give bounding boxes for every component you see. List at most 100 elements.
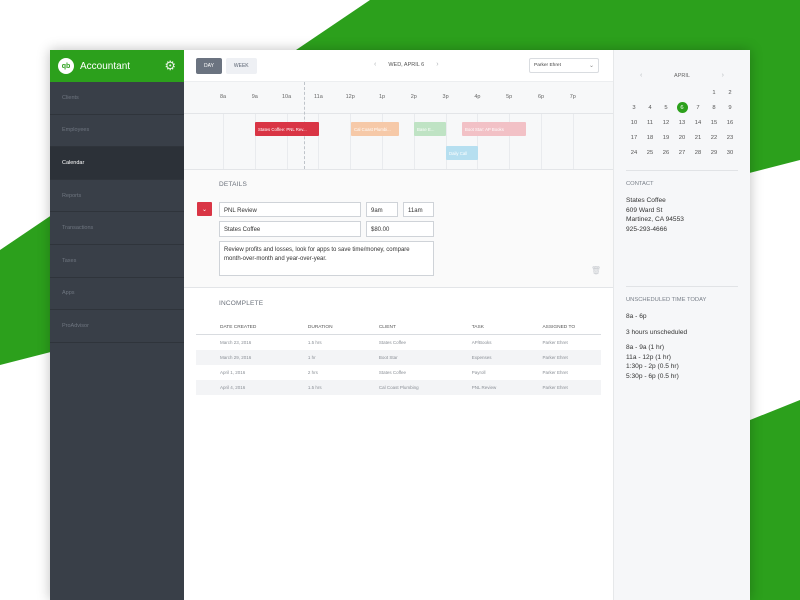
calendar-day[interactable]: 22 <box>706 132 722 143</box>
calendar-day[interactable]: 20 <box>674 132 690 143</box>
calendar-day[interactable]: 26 <box>658 147 674 158</box>
notes-field[interactable]: Review profits and losses, look for apps… <box>219 241 434 276</box>
unscheduled-section: UNSCHEDULED TIME TODAY 8a - 6p 3 hours u… <box>626 286 738 381</box>
assignee-select[interactable]: Parker Ehret ⌄ <box>529 58 599 73</box>
trash-icon[interactable]: 🗑 <box>591 266 601 275</box>
calendar-day[interactable]: 27 <box>674 147 690 158</box>
calendar-event[interactable]: Boot Star: AP Books <box>462 122 526 136</box>
table-row[interactable]: April 4, 2016 1.5 hrs Cal Coast Plumbing PN… <box>196 380 601 395</box>
chevron-left-icon[interactable]: ‹ <box>640 72 642 79</box>
unscheduled-title: UNSCHEDULED TIME TODAY <box>626 297 707 303</box>
quickbooks-logo-icon: qb <box>58 58 74 74</box>
calendar-event[interactable]: States Coffee: PNL Rev... <box>255 122 319 136</box>
sidebar-item-apps[interactable]: Apps <box>50 278 184 311</box>
calendar-day[interactable]: 3 <box>626 102 642 113</box>
calendar-day[interactable]: 28 <box>690 147 706 158</box>
calendar-day <box>626 87 642 98</box>
start-time-field[interactable]: 9am <box>366 202 398 217</box>
sidebar-item-proadvisor[interactable]: ProAdvisor <box>50 310 184 343</box>
brand-bar: qb Accountant ⚙ <box>50 50 184 82</box>
calendar-day[interactable]: 5 <box>658 102 674 113</box>
sidebar-item-clients[interactable]: Clients <box>50 82 184 115</box>
unscheduled-slot: 5:30p - 6p (0.5 hr) <box>626 372 679 380</box>
calendar-day[interactable]: 4 <box>642 102 658 113</box>
hour-label: 7p <box>569 94 576 100</box>
sidebar-item-transactions[interactable]: Transactions <box>50 212 184 245</box>
chevron-right-icon[interactable]: › <box>722 72 724 79</box>
calendar-day <box>642 87 658 98</box>
calendar-day[interactable]: 24 <box>626 147 642 158</box>
calendar-day[interactable]: 10 <box>626 117 642 128</box>
hour-label: 12p <box>345 94 355 100</box>
table-row[interactable]: March 23, 2016 1.5 hrs States Coffee AP/Boo… <box>196 335 601 351</box>
calendar-month: APRIL <box>674 72 690 79</box>
table-cell: 1.5 hrs <box>283 380 355 395</box>
day-timeline: 8a 9a 10a 11a 12p 1p 2p 3p 4p 5p 6p 7p States Coffe… <box>184 82 613 170</box>
table-row[interactable]: April 1, 2016 2 hrs States Coffee Payroll Pa… <box>196 365 601 380</box>
end-time-field[interactable]: 11am <box>403 202 434 217</box>
calendar-day[interactable]: 12 <box>658 117 674 128</box>
calendar-day[interactable]: 17 <box>626 132 642 143</box>
calendar-day[interactable]: 1 <box>706 87 722 98</box>
calendar-day <box>674 87 690 98</box>
mini-calendar-header: ‹ APRIL › <box>640 72 724 79</box>
table-row[interactable]: March 29, 2016 1 hr Boot Star Expenses Parke… <box>196 350 601 365</box>
contact-title: CONTACT <box>626 181 654 187</box>
table-cell: March 23, 2016 <box>220 340 252 345</box>
table-cell: States Coffee <box>378 370 407 375</box>
calendar-event[interactable]: Base E... <box>414 122 446 136</box>
calendar-day[interactable]: 15 <box>706 117 722 128</box>
calendar-day[interactable]: 16 <box>722 117 738 128</box>
calendar-day[interactable]: 7 <box>690 102 706 113</box>
calendar-event[interactable]: Cal Coast Plumbi... <box>351 122 399 136</box>
hour-label: 9a <box>251 94 258 100</box>
column-header[interactable]: TASK <box>447 321 519 335</box>
calendar-day <box>690 87 706 98</box>
calendar-day[interactable]: 21 <box>690 132 706 143</box>
sidebar-item-taxes[interactable]: Taxes <box>50 245 184 278</box>
chevron-right-icon[interactable]: › <box>436 61 438 68</box>
timeline-divider <box>184 113 613 114</box>
gear-icon[interactable]: ⚙ <box>164 58 176 74</box>
hour-label: 8a <box>219 94 227 100</box>
calendar-day[interactable]: 23 <box>722 132 738 143</box>
chevron-left-icon[interactable]: ‹ <box>374 61 376 68</box>
calendar-day-selected[interactable]: 6 <box>676 102 688 113</box>
hour-label: 5p <box>506 94 513 100</box>
contact-street: 609 Ward St <box>626 206 663 214</box>
hour-labels: 8a 9a 10a 11a 12p 1p 2p 3p 4p 5p 6p 7p <box>184 94 613 104</box>
column-header[interactable]: DATE CREATED <box>196 321 284 335</box>
calendar-day[interactable]: 9 <box>722 102 738 113</box>
contact-name: States Coffee <box>626 197 666 204</box>
calendar-day[interactable]: 14 <box>690 117 706 128</box>
mini-calendar: 1 2 3 4 5 6 7 8 9 10 11 12 13 14 15 16 17 18 19 20 21 22 23 24 2… <box>626 87 738 158</box>
sidebar-item-employees[interactable]: Employees <box>50 115 184 148</box>
task-field[interactable]: PNL Review <box>219 202 361 217</box>
tab-week[interactable]: WEEK <box>225 57 257 74</box>
calendar-day[interactable]: 11 <box>642 117 658 128</box>
calendar-day[interactable]: 29 <box>706 147 722 158</box>
table-cell: AP/Books <box>471 340 492 345</box>
hour-grid-line <box>541 114 542 169</box>
calendar-day[interactable]: 18 <box>642 132 658 143</box>
client-field[interactable]: States Coffee <box>219 221 361 237</box>
calendar-day[interactable]: 2 <box>722 87 738 98</box>
sidebar-item-reports[interactable]: Reports <box>50 180 184 213</box>
table-cell: Parker Ehret <box>518 350 601 365</box>
table-cell: Payroll <box>471 370 486 375</box>
calendar-day[interactable]: 19 <box>658 132 674 143</box>
calendar-day[interactable]: 30 <box>722 147 738 158</box>
tab-day[interactable]: DAY <box>196 57 222 74</box>
calendar-day[interactable]: 13 <box>674 117 690 128</box>
column-header[interactable]: DURATION <box>283 321 355 335</box>
calendar-day[interactable]: 25 <box>642 147 658 158</box>
collapse-button[interactable]: ⌄ <box>197 202 212 216</box>
amount-field[interactable]: $80.00 <box>366 221 434 237</box>
hour-label: 4p <box>474 94 481 100</box>
calendar-day[interactable]: 8 <box>706 102 722 113</box>
sidebar-item-calendar[interactable]: Calendar <box>50 147 184 180</box>
column-header[interactable]: ASSIGNED TO <box>518 321 601 335</box>
calendar-event[interactable]: Daily Call <box>446 146 478 160</box>
column-header[interactable]: CLIENT <box>354 321 448 335</box>
unscheduled-slot: 11a - 12p (1 hr) <box>626 353 671 361</box>
